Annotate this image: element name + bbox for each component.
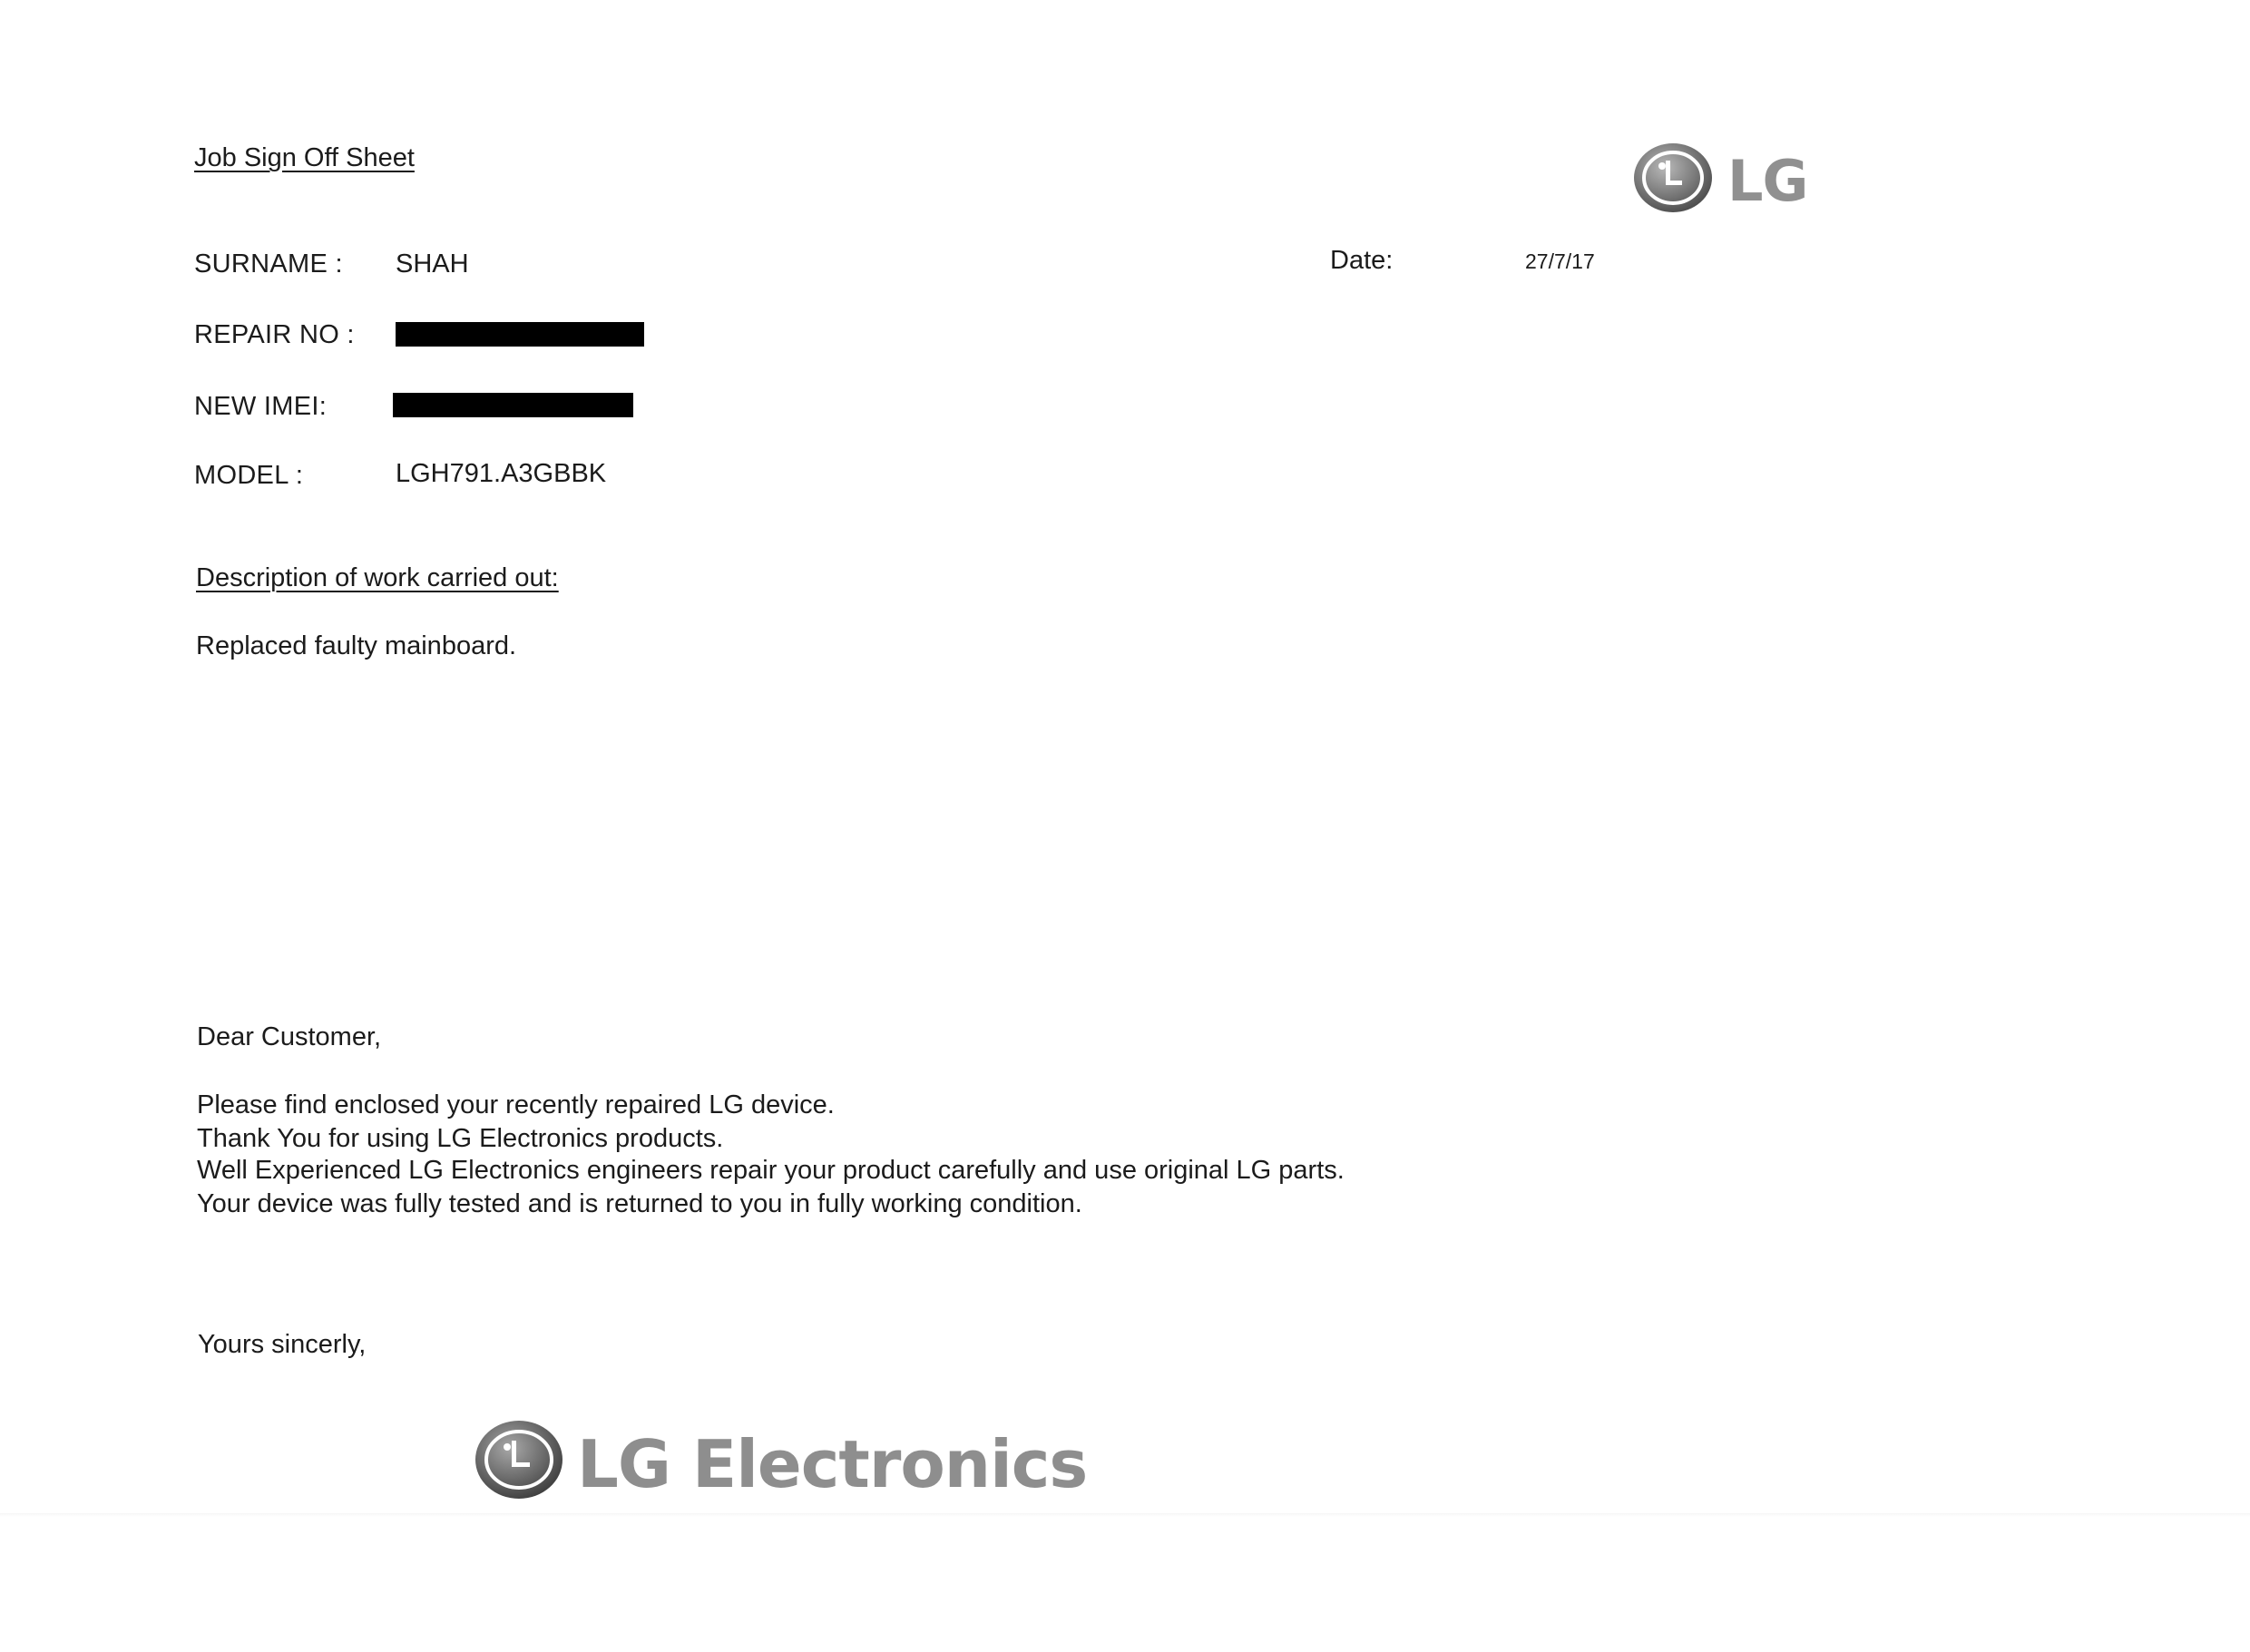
document-title: Job Sign Off Sheet [194, 143, 415, 172]
lg-face-icon [1634, 143, 1712, 212]
description-text: Replaced faulty mainboard. [196, 631, 517, 660]
repair-no-redaction [396, 322, 644, 347]
lg-header-logo-text: LG [1727, 148, 1808, 214]
letter-line: Well Experienced LG Electronics engineer… [197, 1156, 1345, 1185]
letter-greeting: Dear Customer, [197, 1022, 382, 1051]
scan-edge [0, 1513, 2250, 1517]
letter-line: Your device was fully tested and is retu… [197, 1189, 1082, 1218]
model-value: LGH791.A3GBBK [396, 459, 607, 488]
lg-electronics-logo-text: LG Electronics [577, 1426, 1088, 1502]
surname-value: SHAH [396, 249, 469, 279]
letter-line: Please find enclosed your recently repai… [197, 1090, 835, 1119]
date-label: Date: [1330, 246, 1394, 275]
date-value: 27/7/17 [1525, 249, 1595, 273]
letter-closing: Yours sincerly, [198, 1330, 367, 1359]
model-label: MODEL : [194, 461, 304, 490]
new-imei-label: NEW IMEI: [194, 392, 328, 421]
new-imei-redaction [393, 393, 633, 417]
description-heading: Description of work carried out: [196, 563, 559, 592]
surname-label: SURNAME : [194, 249, 343, 279]
repair-no-label: REPAIR NO : [194, 320, 355, 349]
lg-face-icon [475, 1421, 562, 1499]
letter-line: Thank You for using LG Electronics produ… [197, 1124, 724, 1153]
